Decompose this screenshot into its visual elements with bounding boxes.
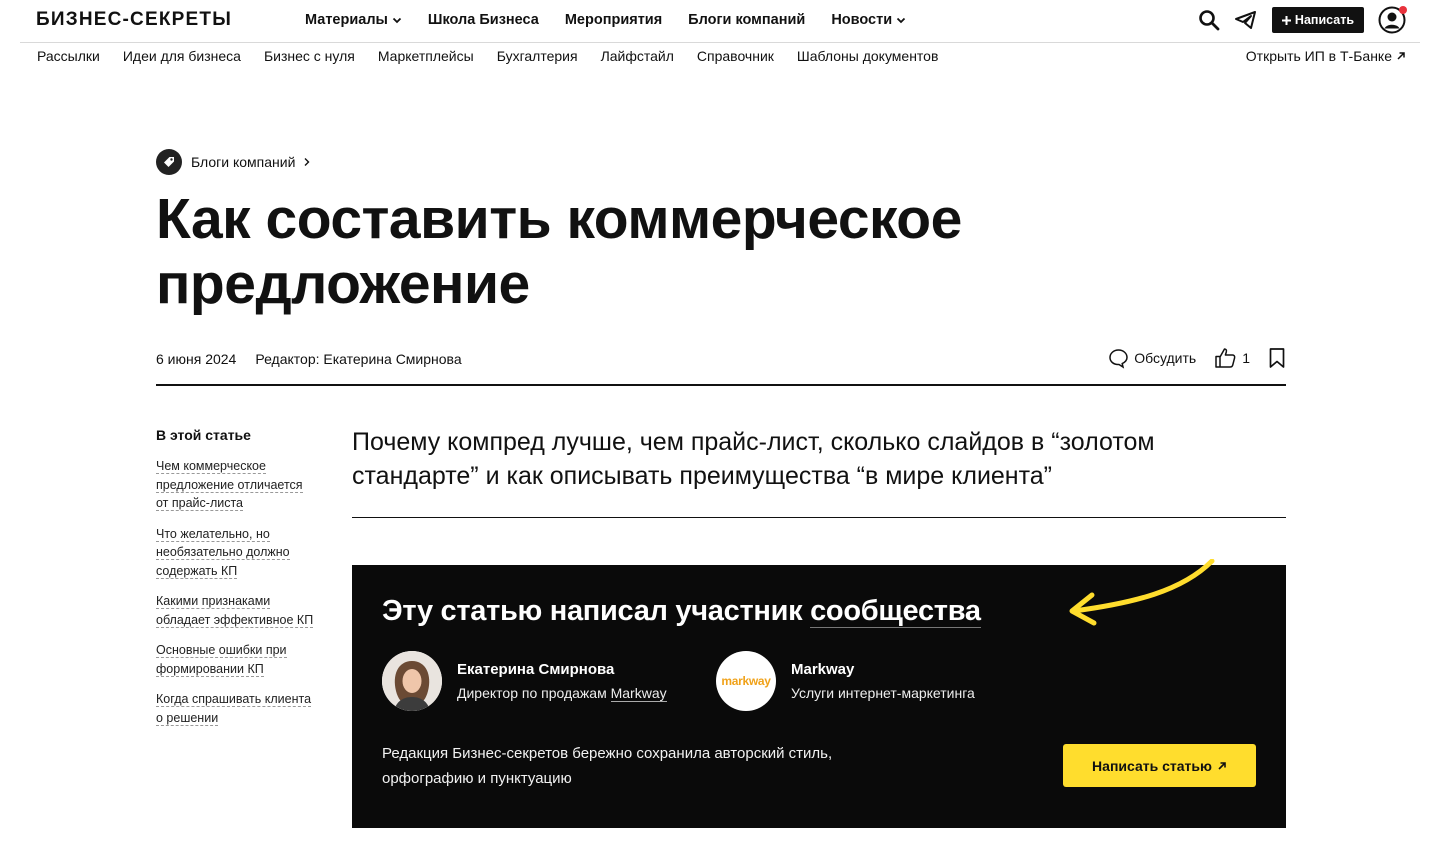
nav-item-company-blogs[interactable]: Блоги компаний [688, 12, 805, 28]
publish-date: 6 июня 2024 [156, 351, 237, 367]
article-meta: 6 июня 2024 Редактор: Екатерина Смирнова [156, 351, 462, 367]
discuss-button[interactable]: Обсудить [1108, 348, 1196, 369]
subnav-item[interactable]: Лайфстайл [601, 48, 674, 64]
thumbs-up-icon [1215, 348, 1236, 368]
page-title: Как составить коммерческое предложение [156, 187, 962, 316]
company-name: Markway [791, 661, 855, 678]
toc-link[interactable]: Когда спрашивать клиента о решении [156, 690, 316, 727]
author-company-link[interactable]: Markway [610, 685, 667, 702]
author-info: Екатерина Смирнова Директор по продажам … [457, 661, 667, 702]
company-card[interactable]: markway Markway Услуги интернет-маркетин… [716, 651, 975, 711]
user-menu[interactable] [1378, 6, 1407, 34]
subnav-item[interactable]: Идеи для бизнеса [123, 48, 241, 64]
subnav-item[interactable]: Маркетплейсы [378, 48, 474, 64]
company-info: Markway Услуги интернет-маркетинга [791, 661, 975, 701]
arrow-up-right-icon [1397, 52, 1405, 60]
promo-link[interactable]: Открыть ИП в Т-Банке [1246, 48, 1406, 64]
toc-link-label: Когда спрашивать клиента о решении [156, 692, 312, 726]
article-actions: Обсудить 1 [1108, 347, 1286, 369]
toc-link-label: Что желательно, но необязательно должно … [156, 526, 290, 579]
arrow-pointer-icon [1069, 559, 1215, 626]
community-link[interactable]: сообщества [810, 595, 981, 628]
breadcrumb[interactable]: Блоги компаний [156, 149, 310, 175]
author-role-text: Директор по продажам [457, 685, 611, 701]
company-desc: Услуги интернет-маркетинга [791, 685, 975, 701]
breadcrumb-label: Блоги компаний [191, 154, 296, 170]
table-of-contents: В этой статье Чем коммерческое предложен… [156, 427, 316, 739]
arrow-up-right-icon [1218, 761, 1226, 770]
divider [352, 517, 1286, 518]
discuss-label: Обсудить [1134, 350, 1197, 366]
notification-dot [1399, 6, 1407, 14]
chevron-right-icon [304, 158, 310, 166]
toc-link-label: Основные ошибки при формировании КП [156, 643, 287, 677]
toc-link[interactable]: Какими признаками обладает эффективное К… [156, 592, 316, 629]
nav-item-school[interactable]: Школа Бизнеса [428, 12, 539, 28]
company-logo: markway [716, 651, 776, 711]
nav-item-label: Мероприятия [564, 12, 663, 28]
write-button[interactable]: Написать [1271, 7, 1364, 33]
write-button-label: Написать [1294, 13, 1354, 27]
company-logo-text: markway [721, 674, 771, 688]
toc-link[interactable]: Что желательно, но необязательно должно … [156, 525, 316, 581]
author-role: Директор по продажам Markway [457, 685, 667, 702]
subnav-item[interactable]: Шаблоны документов [797, 48, 939, 64]
like-count: 1 [1242, 350, 1250, 366]
editorial-note: Редакция Бизнес-секретов бережно сохрани… [382, 745, 833, 787]
sub-nav: Рассылки Идеи для бизнеса Бизнес с нуля … [37, 48, 938, 64]
author-card[interactable]: Екатерина Смирнова Директор по продажам … [382, 651, 667, 711]
nav-item-label: Блоги компаний [688, 12, 806, 28]
chevron-down-icon [392, 17, 402, 24]
subnav-item[interactable]: Бухгалтерия [497, 48, 578, 64]
toc-link-label: Чем коммерческое предложение отличается … [156, 459, 303, 511]
editor-line: Редактор: Екатерина Смирнова [255, 351, 462, 367]
author-avatar [382, 651, 442, 711]
header-tools: Написать [1198, 6, 1407, 34]
tag-icon [156, 149, 182, 175]
nav-item-news[interactable]: Новости [831, 12, 906, 28]
nav-item-label: Новости [831, 12, 893, 28]
community-title-text: Эту статью написал участник [382, 595, 811, 627]
like-button[interactable]: 1 [1214, 347, 1250, 369]
article-lead: Почему компред лучше, чем прайс-лист, ск… [352, 428, 1155, 490]
site-logo[interactable]: БИЗНЕС-СЕКРЕТЫ [36, 9, 232, 31]
toc-link[interactable]: Чем коммерческое предложение отличается … [156, 457, 316, 513]
comment-icon [1109, 348, 1128, 369]
nav-item-materials[interactable]: Материалы [305, 12, 402, 28]
divider [156, 384, 1286, 386]
subnav-item[interactable]: Рассылки [37, 48, 100, 64]
write-article-label: Написать статью [1092, 757, 1212, 774]
site-header: БИЗНЕС-СЕКРЕТЫ Материалы Школа Бизнеса М… [20, 0, 1420, 43]
toc-link[interactable]: Основные ошибки при формировании КП [156, 641, 316, 678]
toc-title: В этой статье [156, 427, 251, 443]
promo-link-label: Открыть ИП в Т-Банке [1245, 48, 1392, 64]
nav-item-label: Материалы [305, 12, 388, 28]
chevron-down-icon [896, 17, 906, 24]
write-article-button[interactable]: Написать статью [1063, 744, 1256, 787]
nav-item-label: Школа Бизнеса [427, 12, 539, 28]
telegram-icon[interactable] [1234, 9, 1258, 31]
plus-icon [1281, 15, 1291, 25]
toc-link-label: Какими признаками обладает эффективное К… [156, 594, 314, 628]
bookmark-icon[interactable] [1268, 347, 1286, 369]
main-nav: Материалы Школа Бизнеса Мероприятия Блог… [305, 12, 906, 28]
search-icon[interactable] [1198, 9, 1220, 31]
subnav-item[interactable]: Справочник [697, 48, 774, 64]
subnav-item[interactable]: Бизнес с нуля [264, 48, 355, 64]
author-name: Екатерина Смирнова [457, 661, 615, 678]
community-author-block: Эту статью написал участник сообщества Е… [352, 559, 1286, 828]
community-title: Эту статью написал участник сообщества [382, 595, 981, 628]
nav-item-events[interactable]: Мероприятия [565, 12, 662, 28]
